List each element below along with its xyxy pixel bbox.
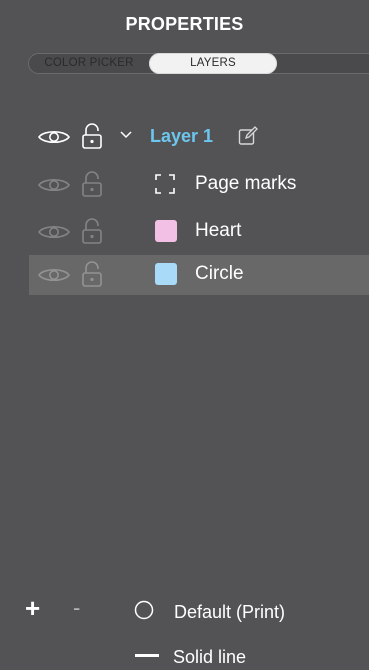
- line-style-label[interactable]: Solid line: [173, 647, 246, 668]
- layer-row-layer-1[interactable]: Layer 1: [29, 117, 369, 157]
- chevron-down-icon[interactable]: [119, 128, 133, 142]
- tab-color-picker[interactable]: COLOR PICKER: [29, 53, 149, 74]
- layer-row-page-marks[interactable]: Page marks: [29, 165, 369, 205]
- layer-name[interactable]: Heart: [195, 220, 241, 242]
- panel-title: PROPERTIES: [125, 14, 244, 34]
- eye-icon[interactable]: [38, 223, 70, 241]
- layer-row-heart[interactable]: Heart: [29, 212, 369, 252]
- eye-icon[interactable]: [38, 176, 70, 194]
- color-swatch: [155, 220, 177, 242]
- color-swatch: [155, 263, 177, 285]
- add-layer-button[interactable]: +: [25, 595, 40, 621]
- tab-layers[interactable]: LAYERS: [149, 53, 277, 74]
- remove-layer-button[interactable]: -: [73, 596, 80, 620]
- layer-name[interactable]: Layer 1: [150, 126, 213, 147]
- edit-icon[interactable]: [238, 126, 258, 146]
- page-marks-icon: [155, 174, 175, 194]
- solid-line-icon[interactable]: [135, 654, 159, 657]
- eye-icon[interactable]: [38, 266, 70, 284]
- lock-open-icon[interactable]: [82, 261, 102, 287]
- lock-open-icon[interactable]: [82, 123, 102, 149]
- color-mode-label[interactable]: Default (Print): [174, 602, 285, 623]
- circle-outline-icon[interactable]: [134, 600, 154, 620]
- lock-open-icon[interactable]: [82, 171, 102, 197]
- properties-panel: PROPERTIES COLOR PICKER LAYERS Layer 1 P…: [0, 0, 369, 670]
- eye-icon[interactable]: [38, 128, 70, 146]
- layer-name[interactable]: Page marks: [195, 173, 296, 195]
- layer-row-circle[interactable]: Circle: [29, 255, 369, 295]
- layer-name[interactable]: Circle: [195, 263, 244, 285]
- tab-switcher: COLOR PICKER LAYERS: [28, 53, 369, 74]
- lock-open-icon[interactable]: [82, 218, 102, 244]
